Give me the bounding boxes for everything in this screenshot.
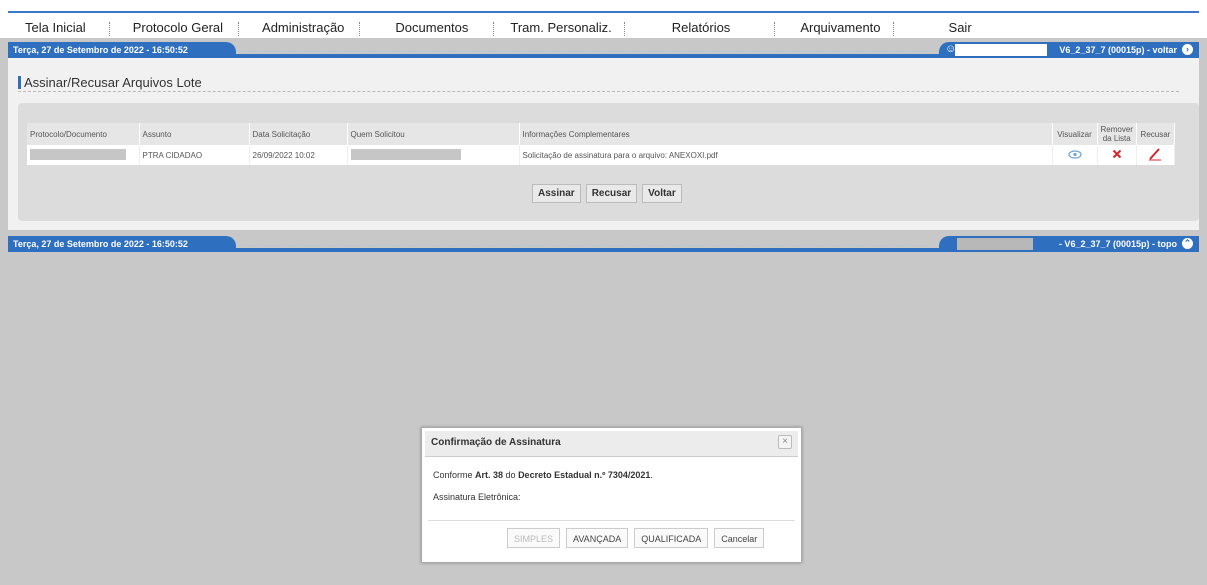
menu-protocolo-geral[interactable]: Protocolo Geral: [133, 20, 223, 36]
menu-separator: [108, 22, 110, 36]
qualificada-button[interactable]: QUALIFICADA: [634, 528, 709, 548]
col-assunto: Assunto: [139, 123, 250, 145]
col-data: Data Solicitação: [249, 123, 348, 145]
cell-remover: [1097, 145, 1137, 165]
top-circle-icon[interactable]: ⌃: [1182, 238, 1193, 249]
dialog-buttons: SIMPLES AVANÇADA QUALIFICADA Cancelar: [507, 528, 765, 548]
signature-confirmation-dialog: Confirmação de Assinatura × Conforme Art…: [421, 427, 802, 563]
current-date: Terça, 27 de Setembro de 2022 - 16:50:52: [8, 236, 236, 252]
cancelar-button[interactable]: Cancelar: [714, 528, 765, 548]
redacted-username: [955, 44, 1047, 56]
col-info: Informações Complementares: [519, 123, 1053, 145]
cell-protocolo: [27, 145, 140, 165]
dialog-header: Confirmação de Assinatura ×: [425, 431, 798, 457]
simples-button[interactable]: SIMPLES: [507, 528, 561, 548]
redacted-quem: [350, 148, 461, 160]
menu-tram-personaliz[interactable]: Tram. Personaliz.: [510, 20, 611, 36]
legal-decree: Decreto Estadual n.º 7304/2021: [518, 470, 651, 480]
menu-relatorios[interactable]: Relatórios: [672, 20, 731, 36]
dialog-body: Conforme Art. 38 do Decreto Estadual n.º…: [422, 460, 801, 502]
cell-quem: [347, 145, 520, 165]
menu-separator: [623, 22, 625, 36]
signature-type-label: Assinatura Eletrônica:: [433, 492, 521, 502]
cell-data: 26/09/2022 10:02: [249, 145, 348, 165]
legal-reference: Conforme Art. 38 do Decreto Estadual n.º…: [433, 470, 790, 480]
user-version-tab: - V6_2_37_7 (00015p) - topo ⌃: [939, 236, 1199, 252]
legal-mid: do: [503, 470, 519, 480]
cell-visualizar: [1052, 145, 1098, 165]
action-buttons: Assinar Recusar Voltar: [532, 184, 682, 203]
menu-administracao[interactable]: Administração: [262, 20, 344, 36]
dialog-title: Confirmação de Assinatura: [431, 437, 561, 448]
current-date: Terça, 27 de Setembro de 2022 - 16:50:52: [8, 42, 236, 58]
menu-documentos[interactable]: Documentos: [395, 20, 468, 36]
main-menu: Tela Inicial Protocolo Geral Administraç…: [25, 20, 972, 36]
bar-dashed-line: [238, 51, 929, 52]
version-back-link[interactable]: V6_2_37_7 (00015p) - voltar: [1059, 45, 1177, 55]
redacted-protocolo: [30, 148, 126, 160]
redacted-username: [957, 238, 1033, 250]
back-circle-icon[interactable]: ›: [1182, 44, 1193, 55]
menu-separator: [238, 22, 240, 36]
menu-separator: [359, 22, 361, 36]
menu-sair[interactable]: Sair: [949, 20, 972, 36]
menu-tela-inicial[interactable]: Tela Inicial: [25, 20, 86, 36]
menu-separator: [892, 22, 894, 36]
top-info-bar: Terça, 27 de Setembro de 2022 - 16:50:52…: [8, 42, 1199, 58]
documents-table: Protocolo/Documento Assunto Data Solicit…: [27, 123, 1175, 165]
top-navigation: Tela Inicial Protocolo Geral Administraç…: [0, 0, 1207, 38]
eye-icon[interactable]: [1067, 149, 1082, 159]
title-divider: [18, 91, 1179, 92]
legal-prefix: Conforme: [433, 470, 476, 480]
avancada-button[interactable]: AVANÇADA: [566, 528, 629, 548]
assinar-button[interactable]: Assinar: [532, 184, 581, 203]
menu-separator: [774, 22, 776, 36]
menu-separator: [493, 22, 495, 36]
close-icon[interactable]: ×: [778, 435, 792, 449]
col-recusar: Recusar: [1136, 123, 1175, 145]
menu-arquivamento[interactable]: Arquivamento: [800, 20, 880, 36]
legal-article: Art. 38: [475, 470, 504, 480]
legal-suffix: .: [650, 470, 653, 480]
cell-assunto: PTRA CIDADAO: [139, 145, 250, 165]
col-quem: Quem Solicitou: [347, 123, 520, 145]
bottom-info-bar: Terça, 27 de Setembro de 2022 - 16:50:52…: [8, 236, 1199, 252]
voltar-button[interactable]: Voltar: [642, 184, 682, 203]
bar-dashed-line: [238, 245, 929, 246]
table-header-row: Protocolo/Documento Assunto Data Solicit…: [27, 123, 1175, 145]
col-remover: Remover da Lista: [1097, 123, 1137, 145]
recusar-button[interactable]: Recusar: [585, 184, 638, 203]
cell-recusar: [1136, 145, 1175, 165]
pencil-refuse-icon[interactable]: [1148, 147, 1162, 161]
top-accent-line: [8, 11, 1199, 13]
page-title: Assinar/Recusar Arquivos Lote: [18, 76, 202, 89]
remove-x-icon[interactable]: [1112, 149, 1122, 159]
cell-info: Solicitação de assinatura para o arquivo…: [519, 145, 1053, 165]
col-protocolo: Protocolo/Documento: [27, 123, 140, 145]
user-icon: ☺: [945, 43, 957, 55]
dialog-divider: [428, 520, 795, 521]
table-row: PTRA CIDADAO 26/09/2022 10:02 Solicitaçã…: [27, 145, 1175, 165]
col-visualizar: Visualizar: [1052, 123, 1098, 145]
user-version-tab: ☺ V6_2_37_7 (00015p) - voltar ›: [939, 42, 1199, 58]
version-top-link[interactable]: - V6_2_37_7 (00015p) - topo: [1059, 239, 1177, 249]
